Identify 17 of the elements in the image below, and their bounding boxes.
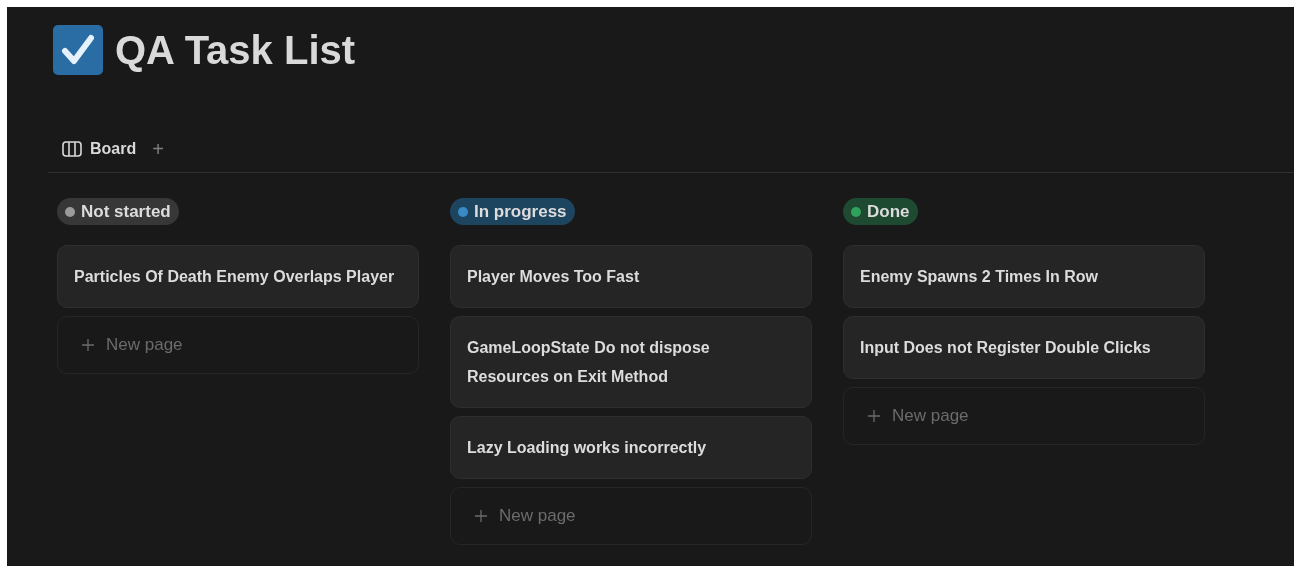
task-card[interactable]: Enemy Spawns 2 Times In Row [843,245,1205,308]
add-view-button[interactable]: + [148,139,168,159]
view-tab[interactable]: Board [62,137,137,161]
task-card[interactable]: Particles Of Death Enemy Overlaps Player [57,245,419,308]
checkbox-icon [53,24,103,75]
task-card[interactable]: Input Does not Register Double Clicks [843,316,1205,379]
task-card[interactable]: Lazy Loading works incorrectly [450,416,812,479]
status-label: Done [867,200,910,223]
status-label: In progress [474,200,567,223]
task-card[interactable]: Player Moves Too Fast [450,245,812,308]
plus-icon [475,510,487,522]
page-title: QA Task List [115,29,356,70]
status-label: Not started [81,200,171,223]
plus-icon [82,339,94,351]
task-card[interactable]: GameLoopState Do not dispose Resources on Exit Method [450,316,812,408]
board-icon [62,141,82,157]
plus-icon [868,410,880,422]
